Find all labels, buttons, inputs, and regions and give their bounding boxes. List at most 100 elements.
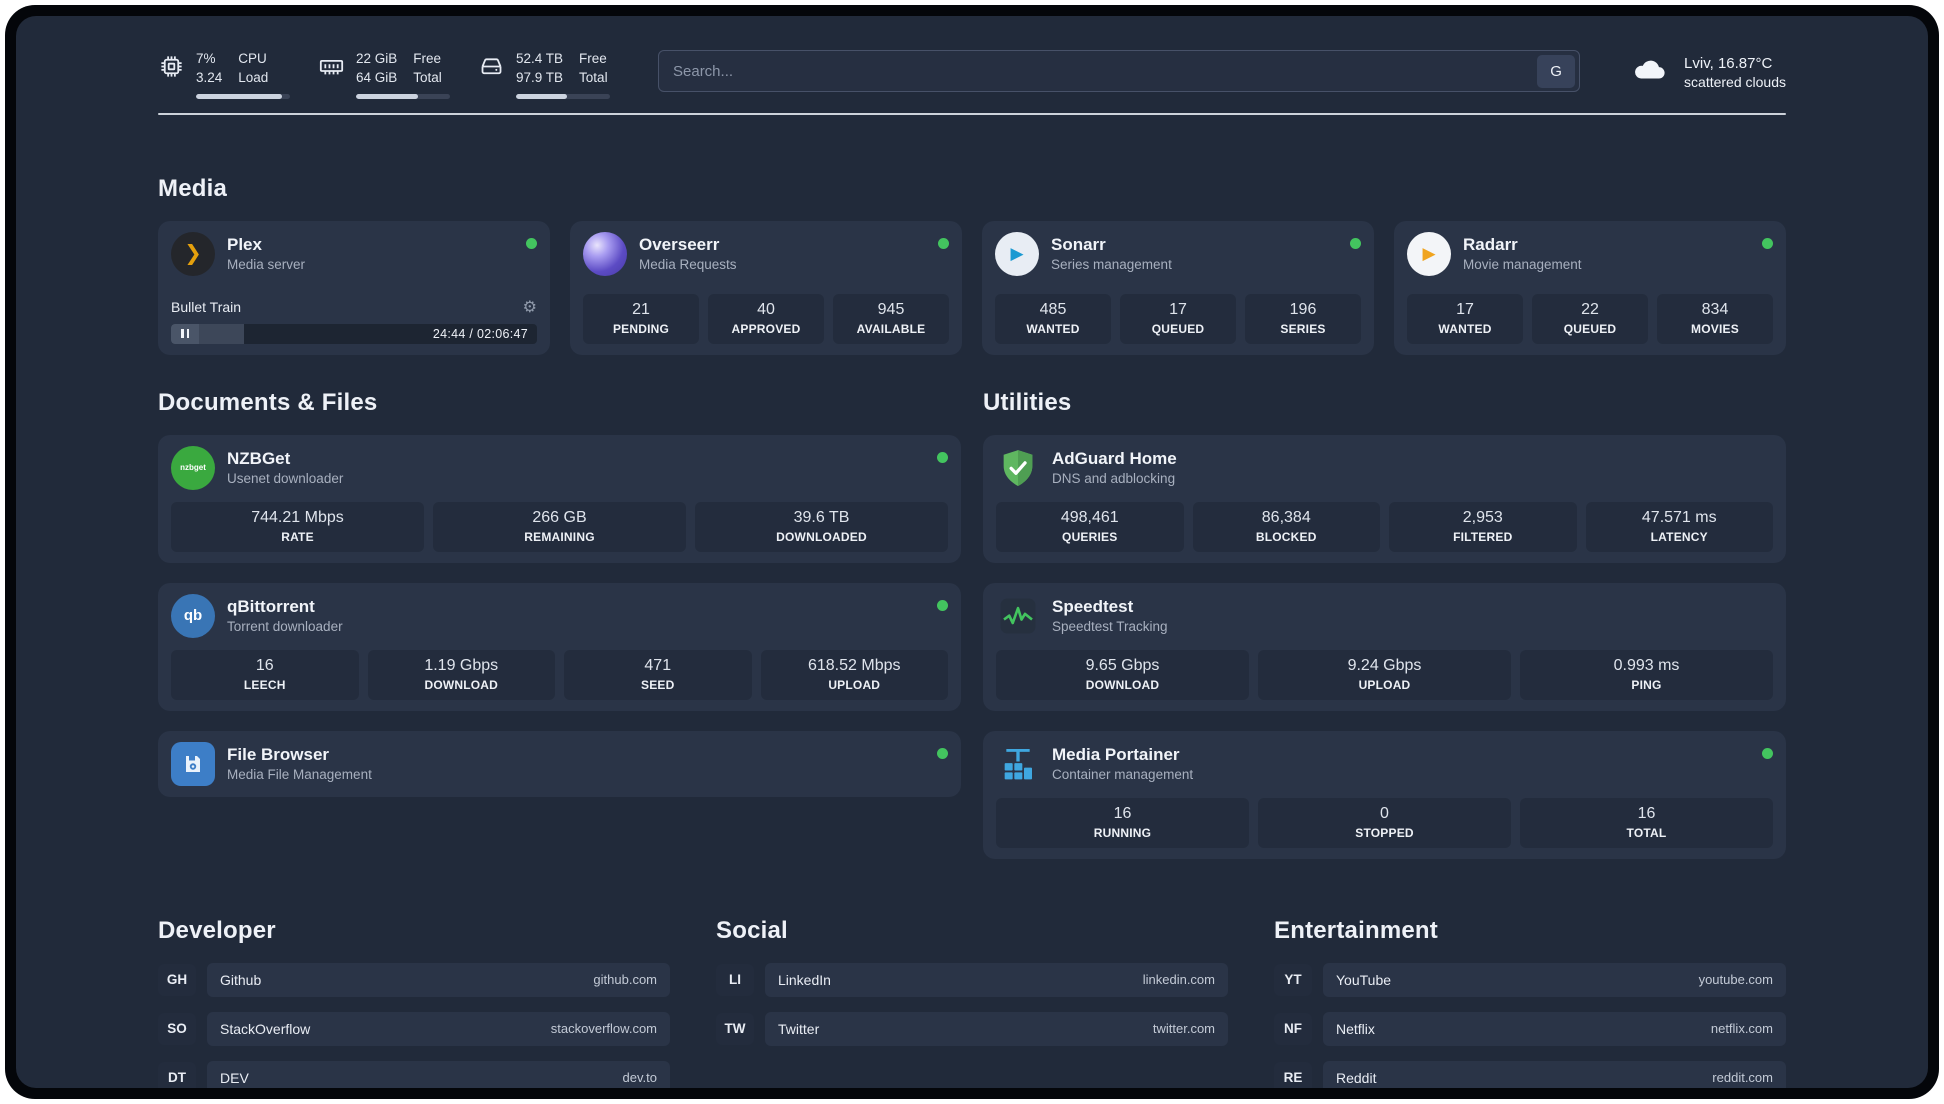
- bookmark-row: RE Reddit reddit.com: [1274, 1060, 1786, 1088]
- playback-progress-bar[interactable]: 24:44 / 02:06:47: [171, 323, 537, 344]
- bookmark-url: twitter.com: [1152, 1021, 1215, 1037]
- app-name: File Browser: [227, 744, 330, 764]
- disk-progress-bar: [516, 93, 610, 99]
- bookmark-link-reddit[interactable]: Reddit reddit.com: [1323, 1060, 1786, 1088]
- search-input[interactable]: [673, 62, 1538, 80]
- stat-value: 17: [1169, 300, 1187, 318]
- stat-value: 945: [877, 300, 905, 318]
- dashboard: 7% 3.24 CPU Load 22 GiB 64 GiB Free Tota…: [16, 16, 1928, 1088]
- app-card-qbittorrent[interactable]: qb qBittorrent Torrent downloader 16 LEE…: [158, 582, 961, 711]
- cpu-progress-bar: [196, 93, 290, 99]
- app-name: Speedtest: [1052, 596, 1134, 616]
- stat-tile: 471 SEED: [564, 649, 752, 700]
- ram-progress-bar: [356, 93, 450, 99]
- status-dot: [1350, 237, 1361, 249]
- stat-value: 21: [632, 300, 650, 318]
- stat-tile: 834 MOVIES: [1657, 293, 1773, 344]
- app-card-nzbget[interactable]: nzbget NZBGet Usenet downloader 744.21 M…: [158, 434, 961, 563]
- cpu-label-2: Load: [238, 69, 269, 85]
- bookmark-url: stackoverflow.com: [550, 1021, 657, 1037]
- bookmark-name: LinkedIn: [778, 971, 831, 988]
- disk-total: 97.9 TB: [516, 69, 564, 85]
- bookmark-group-social: Social LI LinkedIn linkedin.com TW Twitt…: [716, 917, 1228, 1088]
- bookmark-name: YouTube: [1336, 971, 1392, 988]
- app-card-portainer[interactable]: Media Portainer Container management 16 …: [983, 730, 1786, 859]
- app-card-overseerr[interactable]: Overseerr Media Requests 21 PENDING 40 A…: [570, 220, 962, 355]
- ram-total: 64 GiB: [356, 69, 398, 85]
- bookmark-abbr: SO: [158, 1012, 196, 1045]
- app-subtitle: Media Requests: [639, 256, 737, 272]
- stat-tile: 22 QUEUED: [1532, 293, 1648, 344]
- bookmark-abbr: TW: [716, 1012, 754, 1045]
- stat-value: 196: [1289, 300, 1317, 318]
- bookmark-link-twitter[interactable]: Twitter twitter.com: [765, 1011, 1228, 1046]
- stat-value: 86,384: [1261, 508, 1311, 526]
- bookmark-link-github[interactable]: Github github.com: [207, 962, 670, 997]
- status-dot: [1762, 237, 1773, 249]
- search-engine-button[interactable]: G: [1537, 54, 1576, 88]
- stat-label: AVAILABLE: [856, 321, 926, 336]
- stat-label: RUNNING: [1093, 825, 1152, 840]
- app-name: Plex: [227, 234, 262, 254]
- memory-metric: 22 GiB 64 GiB Free Total: [318, 50, 450, 99]
- stat-label: PING: [1631, 677, 1662, 692]
- stat-value: 9.65 Gbps: [1085, 656, 1160, 674]
- stat-label: QUEUED: [1151, 321, 1205, 336]
- pause-icon[interactable]: [171, 323, 199, 344]
- app-card-adguard[interactable]: AdGuard Home DNS and adblocking 498,461 …: [983, 434, 1786, 563]
- bookmark-name: Github: [220, 971, 262, 988]
- app-card-plex[interactable]: ❯ Plex Media server Bullet Train ⚙ 24:44…: [158, 220, 550, 355]
- app-name: Overseerr: [639, 234, 720, 254]
- storage-metric: 52.4 TB 97.9 TB Free Total: [478, 50, 610, 99]
- ram-label-1: Free: [413, 51, 442, 66]
- cpu-usage: 7%: [196, 51, 216, 66]
- sonarr-icon: ▶: [995, 231, 1039, 276]
- bookmark-abbr: YT: [1274, 963, 1312, 996]
- app-card-speedtest[interactable]: Speedtest Speedtest Tracking 9.65 Gbps D…: [983, 582, 1786, 711]
- stat-label: REMAINING: [524, 529, 595, 544]
- stat-tile: 39.6 TB DOWNLOADED: [695, 501, 948, 552]
- cpu-icon: [158, 53, 185, 85]
- bookmark-link-netflix[interactable]: Netflix netflix.com: [1323, 1011, 1786, 1046]
- status-dot: [938, 237, 949, 249]
- bookmark-name: Twitter: [778, 1020, 820, 1037]
- bookmark-name: Netflix: [1336, 1020, 1375, 1037]
- stat-value: 471: [644, 656, 672, 674]
- search-bar[interactable]: G: [658, 50, 1581, 93]
- weather-location-temp: Lviv, 16.87°C: [1684, 54, 1773, 72]
- stat-tile: 9.24 Gbps UPLOAD: [1258, 649, 1511, 700]
- section-title-media: Media: [158, 174, 228, 202]
- settings-gear-icon[interactable]: ⚙: [523, 297, 537, 317]
- bookmark-link-dev[interactable]: DEV dev.to: [207, 1060, 670, 1088]
- adguard-icon: [996, 446, 1040, 490]
- stat-tile: 47.571 ms LATENCY: [1585, 501, 1773, 552]
- stat-label: MOVIES: [1691, 321, 1739, 336]
- cpu-metric: 7% 3.24 CPU Load: [158, 50, 290, 99]
- ram-icon: [318, 53, 345, 85]
- bookmark-name: DEV: [220, 1069, 249, 1086]
- bookmark-url: github.com: [593, 972, 657, 988]
- stat-label: FILTERED: [1453, 529, 1513, 544]
- bookmark-link-youtube[interactable]: YouTube youtube.com: [1323, 962, 1786, 997]
- bookmark-url: reddit.com: [1712, 1070, 1773, 1086]
- weather-widget: Lviv, 16.87°C scattered clouds: [1626, 53, 1786, 92]
- stat-value: 485: [1039, 300, 1067, 318]
- app-card-sonarr[interactable]: ▶ Sonarr Series management 485 WANTED 17…: [982, 220, 1374, 355]
- stat-label: SEED: [641, 677, 675, 692]
- top-bar: 7% 3.24 CPU Load 22 GiB 64 GiB Free Tota…: [158, 50, 1786, 99]
- stat-tile: 16 LEECH: [171, 649, 359, 700]
- bookmark-link-linkedin[interactable]: LinkedIn linkedin.com: [765, 962, 1228, 997]
- bookmark-url: youtube.com: [1698, 972, 1773, 988]
- stat-label: RATE: [281, 529, 314, 544]
- cpu-label-1: CPU: [238, 51, 267, 66]
- bookmark-row: GH Github github.com: [158, 962, 670, 997]
- bookmark-abbr: GH: [158, 963, 196, 996]
- bookmark-link-stackoverflow[interactable]: StackOverflow stackoverflow.com: [207, 1011, 670, 1046]
- disk-label-2: Total: [579, 69, 608, 85]
- app-card-radarr[interactable]: ▶ Radarr Movie management 17 WANTED 22 Q…: [1394, 220, 1786, 355]
- stat-tile: 16 TOTAL: [1520, 797, 1773, 848]
- app-card-filebrowser[interactable]: File Browser Media File Management: [158, 730, 961, 797]
- stat-value: 22: [1581, 300, 1599, 318]
- section-title-social: Social: [716, 916, 788, 944]
- stat-label: TOTAL: [1626, 825, 1667, 840]
